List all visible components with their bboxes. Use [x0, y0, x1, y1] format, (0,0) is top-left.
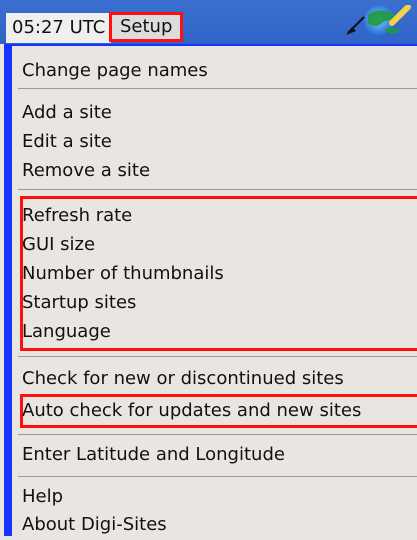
menu-item-enter-lat-long[interactable]: Enter Latitude and Longitude — [22, 440, 285, 470]
menu-item-auto-check-updates[interactable]: Auto check for updates and new sites — [22, 396, 361, 426]
menu-item-check-new-discontinued-sites[interactable]: Check for new or discontinued sites — [22, 364, 344, 394]
menu-item-refresh-rate[interactable]: Refresh rate — [22, 201, 132, 231]
setup-dropdown-menu: Change page names Add a site Edit a site… — [4, 44, 417, 536]
menu-item-change-page-names[interactable]: Change page names — [22, 56, 208, 86]
clock-label: 05:27 UTC — [6, 13, 112, 43]
menu-separator — [18, 356, 417, 357]
menu-item-language[interactable]: Language — [22, 317, 111, 347]
title-bar: 05:27 UTC Setup — [0, 0, 417, 44]
menu-separator — [18, 88, 417, 89]
menu-item-gui-size[interactable]: GUI size — [22, 230, 95, 260]
menu-item-about-digi-sites[interactable]: About Digi-Sites — [22, 510, 167, 540]
menu-item-help[interactable]: Help — [22, 482, 63, 512]
menu-item-number-of-thumbnails[interactable]: Number of thumbnails — [22, 259, 224, 289]
menu-separator — [18, 434, 417, 435]
menu-separator — [18, 476, 417, 477]
globe-icon[interactable] — [338, 5, 417, 37]
menu-item-remove-site[interactable]: Remove a site — [22, 156, 150, 186]
menu-separator — [18, 189, 417, 190]
menu-item-add-site[interactable]: Add a site — [22, 98, 112, 128]
menu-item-startup-sites[interactable]: Startup sites — [22, 288, 136, 318]
menu-item-edit-site[interactable]: Edit a site — [22, 127, 112, 157]
setup-menu-button[interactable]: Setup — [108, 12, 184, 42]
